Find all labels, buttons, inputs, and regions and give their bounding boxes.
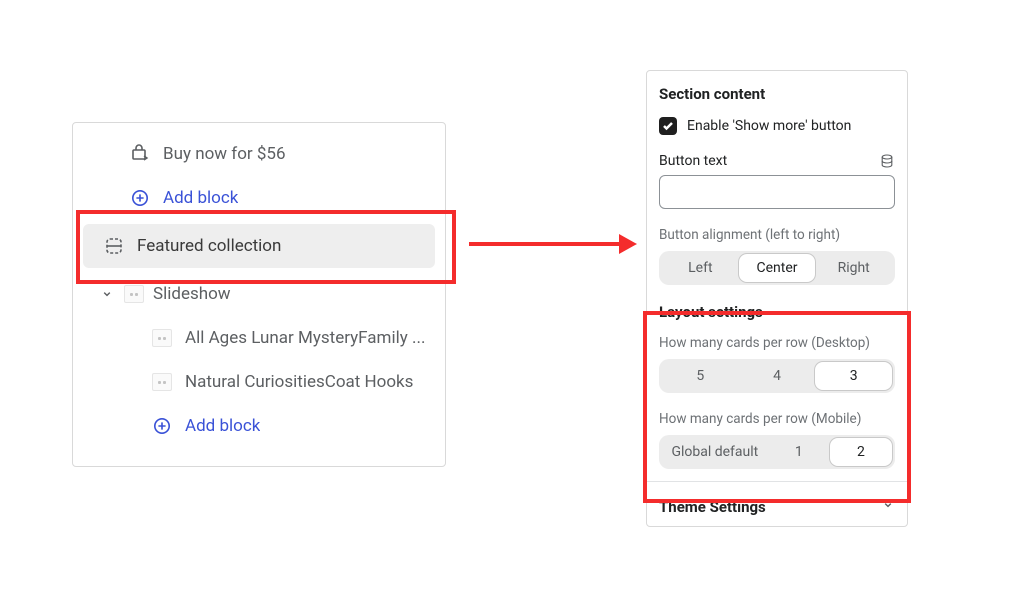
section-featured-collection[interactable]: Featured collection	[83, 224, 435, 268]
chevron-down-icon	[881, 498, 895, 516]
theme-settings-label: Theme Settings	[659, 498, 766, 516]
cards-desktop-4[interactable]: 4	[739, 362, 816, 390]
cards-desktop-segmented: 5 4 3	[659, 359, 895, 393]
thumbnail-icon	[151, 371, 173, 393]
cards-mobile-global[interactable]: Global default	[662, 438, 768, 466]
add-block-button-1[interactable]: Add block	[73, 176, 445, 220]
button-text-input[interactable]	[659, 175, 895, 209]
section-icon	[103, 235, 125, 257]
cards-mobile-1[interactable]: 1	[768, 438, 830, 466]
section-slideshow[interactable]: Slideshow	[73, 272, 445, 316]
thumbnail-icon	[151, 327, 173, 349]
button-text-label: Button text	[659, 153, 727, 169]
enable-show-more-label: Enable 'Show more' button	[687, 118, 851, 134]
settings-panel: Section content Enable 'Show more' butto…	[646, 70, 908, 527]
database-icon[interactable]	[879, 153, 895, 169]
section-slideshow-label: Slideshow	[153, 284, 231, 304]
cards-desktop-3[interactable]: 3	[815, 362, 892, 390]
slide-item-1[interactable]: All Ages Lunar MysteryFamily ...	[73, 316, 445, 360]
align-right-option[interactable]: Right	[815, 254, 892, 282]
alignment-segmented: Left Center Right	[659, 251, 895, 285]
button-alignment-label: Button alignment (left to right)	[659, 227, 895, 243]
chevron-down-icon	[99, 283, 115, 305]
plus-circle-icon	[151, 415, 173, 437]
plus-circle-icon	[129, 187, 151, 209]
block-buy-now-label: Buy now for $56	[163, 144, 286, 164]
cards-mobile-segmented: Global default 1 2	[659, 435, 895, 469]
add-block-label: Add block	[163, 188, 238, 208]
divider	[647, 481, 907, 482]
cards-desktop-label: How many cards per row (Desktop)	[659, 335, 895, 351]
align-left-option[interactable]: Left	[662, 254, 739, 282]
slide-item-2-label: Natural CuriositiesCoat Hooks	[185, 372, 413, 392]
annotation-arrow	[469, 238, 637, 250]
section-featured-collection-label: Featured collection	[137, 236, 281, 256]
slide-item-2[interactable]: Natural CuriositiesCoat Hooks	[73, 360, 445, 404]
checkbox-checked-icon[interactable]	[659, 117, 677, 135]
add-block-button-2[interactable]: Add block	[73, 404, 445, 448]
section-content-heading: Section content	[659, 85, 895, 103]
layout-settings-heading: Layout settings	[659, 303, 895, 321]
block-buy-now[interactable]: Buy now for $56	[73, 132, 445, 176]
enable-show-more-row[interactable]: Enable 'Show more' button	[659, 117, 895, 135]
theme-settings-toggle[interactable]: Theme Settings	[659, 496, 895, 516]
cards-mobile-2[interactable]: 2	[830, 438, 892, 466]
add-block-label: Add block	[185, 416, 260, 436]
slide-item-1-label: All Ages Lunar MysteryFamily ...	[185, 328, 425, 348]
cards-mobile-label: How many cards per row (Mobile)	[659, 411, 895, 427]
align-center-option[interactable]: Center	[739, 254, 816, 282]
cards-desktop-5[interactable]: 5	[662, 362, 739, 390]
theme-editor-tree: Buy now for $56 Add block Featured colle…	[72, 122, 446, 467]
cart-icon	[129, 143, 151, 165]
thumbnail-icon	[123, 283, 145, 305]
